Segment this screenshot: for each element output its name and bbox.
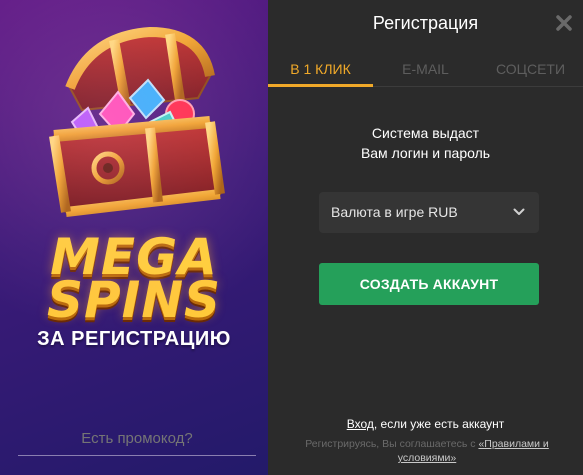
login-prompt: Вход, если уже есть аккаунт: [268, 417, 583, 431]
tab-one-click[interactable]: В 1 КЛИК: [268, 52, 373, 87]
info-line-1: Система выдаст: [371, 125, 480, 141]
login-link[interactable]: Вход: [347, 417, 374, 431]
create-account-button[interactable]: СОЗДАТЬ АККАУНТ: [319, 263, 539, 305]
tab-social[interactable]: СОЦСЕТИ: [478, 52, 583, 86]
terms-text: Регистрируясь, Вы соглашаетесь с «Правил…: [296, 437, 558, 465]
promo-code-input[interactable]: [18, 430, 256, 456]
promo-title-spins: SPINS: [46, 271, 222, 329]
close-icon[interactable]: [555, 14, 573, 32]
modal-title: Регистрация: [372, 13, 479, 33]
promo-subtitle: ЗА РЕГИСТРАЦИЮ: [37, 328, 231, 350]
info-text: Система выдаст Вам логин и пароль: [268, 123, 583, 163]
registration-form: Регистрация В 1 КЛИК E-MAIL СОЦСЕТИ Сист…: [268, 0, 583, 475]
currency-select-value: Валюта в игре RUB: [331, 204, 458, 220]
treasure-chest-image: [49, 26, 225, 217]
info-line-2: Вам логин и пароль: [360, 145, 491, 161]
terms-prefix: Регистрируясь, Вы соглашаетесь с: [305, 438, 479, 450]
tab-email[interactable]: E-MAIL: [373, 52, 478, 86]
currency-select[interactable]: Валюта в игре RUB: [319, 192, 539, 233]
login-suffix: , если уже есть аккаунт: [373, 417, 505, 431]
registration-tabs: В 1 КЛИК E-MAIL СОЦСЕТИ: [268, 52, 583, 87]
promo-banner: MEGA SPINS ЗА РЕГИСТРАЦИЮ: [0, 0, 268, 475]
chevron-down-icon: [513, 208, 525, 215]
